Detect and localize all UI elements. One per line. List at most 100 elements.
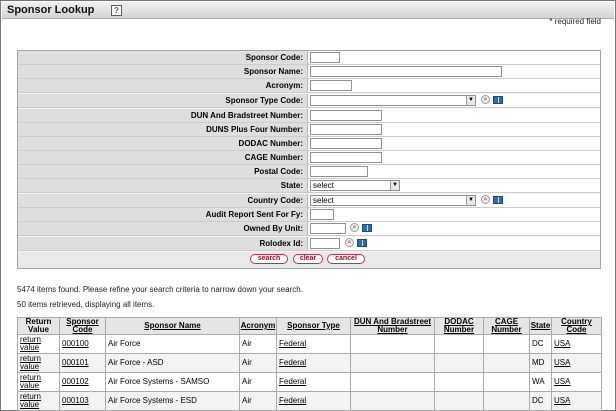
country-code-select[interactable]: select ▼ [310,195,476,206]
col-sponsor-code-label[interactable]: Sponsor Code [66,317,98,334]
row-rolodex-id: Rolodex Id: ⌕ [18,237,600,251]
audit-report-input[interactable] [310,209,334,220]
sponsor-type-link[interactable]: Federal [279,358,306,367]
sponsor-type-link[interactable]: Federal [279,396,306,405]
country-code-value: select [313,196,334,205]
state-select[interactable]: select ▼ [310,180,400,191]
col-sponsor-type-label[interactable]: Sponsor Type [287,321,340,330]
postal-code-input[interactable] [310,166,368,177]
results-table: Return Value Sponsor Code Sponsor Name A… [17,317,602,411]
col-sponsor-name[interactable]: Sponsor Name [105,317,240,335]
col-country-code[interactable]: Country Code [551,317,602,335]
col-acronym[interactable]: Acronym [239,317,277,335]
sponsor-code-input[interactable] [310,52,340,63]
sponsor-code-link[interactable]: 000100 [62,339,89,348]
col-return-value: Return Value [17,317,60,335]
col-sponsor-name-label[interactable]: Sponsor Name [144,321,200,330]
direct-inquiry-icon[interactable] [362,224,372,232]
label-sponsor-code: Sponsor Code: [18,51,308,64]
col-sponsor-code[interactable]: Sponsor Code [59,317,106,335]
col-cage-number[interactable]: CAGE Number [483,317,530,335]
country-code-link[interactable]: USA [554,396,570,405]
return-value-link[interactable]: return value [20,392,41,409]
state-cell: DC [529,334,552,354]
direct-inquiry-icon[interactable] [493,196,503,204]
sponsor-name-input[interactable] [310,66,502,77]
sponsor-type-link[interactable]: Federal [279,377,306,386]
label-postal-code: Postal Code: [18,165,308,178]
label-state: State: [18,179,308,192]
sponsor-code-link[interactable]: 000101 [62,358,89,367]
cage-number-input[interactable] [310,152,382,163]
chevron-down-icon: ▼ [390,181,399,190]
dodac-cell [434,334,484,354]
state-cell: WA [529,372,552,392]
rolodex-id-input[interactable] [310,238,340,249]
state-select-value: select [313,181,334,190]
sponsor-code-link[interactable]: 000103 [62,396,89,405]
table-row: return value 000100 Air Force Air Federa… [17,334,602,354]
acronym-cell: Air [239,391,277,411]
direct-inquiry-icon[interactable] [493,96,503,104]
cage-cell [483,334,530,354]
acronym-cell: Air [239,334,277,354]
return-value-link[interactable]: return value [20,373,41,390]
cage-cell [483,372,530,392]
country-code-link[interactable]: USA [554,358,570,367]
col-acronym-label[interactable]: Acronym [241,321,276,330]
return-value-link[interactable]: return value [20,335,41,352]
col-state[interactable]: State [529,317,552,335]
acronym-input[interactable] [310,80,352,91]
dun-cell [350,334,435,354]
row-cage-number: CAGE Number: [18,151,600,165]
sponsor-type-code-select[interactable]: ▼ [310,95,476,106]
label-sponsor-name: Sponsor Name: [18,65,308,78]
col-dodac-number[interactable]: DODAC Number [434,317,484,335]
row-duns-plus-four: DUNS Plus Four Number: [18,123,600,137]
direct-inquiry-icon[interactable] [357,239,367,247]
sponsor-name-cell: Air Force Systems - ESD [105,391,240,411]
country-code-link[interactable]: USA [554,377,570,386]
sponsor-code-link[interactable]: 000102 [62,377,89,386]
page-title: Sponsor Lookup [7,4,95,16]
search-lookup-icon[interactable]: ⌕ [481,95,490,104]
duns-plus-four-input[interactable] [310,124,382,135]
col-state-label[interactable]: State [531,321,551,330]
row-state: State: select ▼ [18,179,600,193]
col-cage-number-label[interactable]: CAGE Number [491,317,521,334]
return-value-link[interactable]: return value [20,354,41,371]
label-duns-plus-four: DUNS Plus Four Number: [18,123,308,136]
dodac-cell [434,391,484,411]
acronym-cell: Air [239,353,277,373]
row-postal-code: Postal Code: [18,165,600,179]
country-code-link[interactable]: USA [554,339,570,348]
search-lookup-icon[interactable]: ⌕ [345,238,354,247]
table-row: return value 000102 Air Force Systems - … [17,372,602,392]
cancel-button[interactable]: cancel [327,254,365,264]
row-country-code: Country Code: select ▼ ⌕ [18,194,600,208]
label-dodac-number: DODAC Number: [18,137,308,150]
sponsor-name-cell: Air Force - ASD [105,353,240,373]
col-dodac-number-label[interactable]: DODAC Number [444,317,474,334]
col-dun-number-label[interactable]: DUN And Bradstreet Number [354,317,431,334]
table-row: return value 000103 Air Force Systems - … [17,391,602,411]
search-button[interactable]: search [250,254,288,264]
state-cell: DC [529,391,552,411]
label-sponsor-type-code: Sponsor Type Code: [18,94,308,107]
label-rolodex-id: Rolodex Id: [18,237,308,250]
dun-cell [350,391,435,411]
sponsor-type-link[interactable]: Federal [279,339,306,348]
col-dun-number[interactable]: DUN And Bradstreet Number [350,317,435,335]
dodac-number-input[interactable] [310,138,382,149]
clear-button[interactable]: clear [293,254,323,264]
search-lookup-icon[interactable]: ⌕ [350,223,359,232]
col-sponsor-type[interactable]: Sponsor Type [276,317,351,335]
chevron-down-icon: ▼ [466,96,475,105]
dun-number-input[interactable] [310,110,382,121]
owned-by-unit-input[interactable] [310,223,346,234]
button-bar: search clear cancel [18,252,600,268]
search-lookup-icon[interactable]: ⌕ [481,195,490,204]
col-country-code-label[interactable]: Country Code [561,317,592,334]
help-icon[interactable]: ? [111,5,122,16]
row-dodac-number: DODAC Number: [18,137,600,151]
